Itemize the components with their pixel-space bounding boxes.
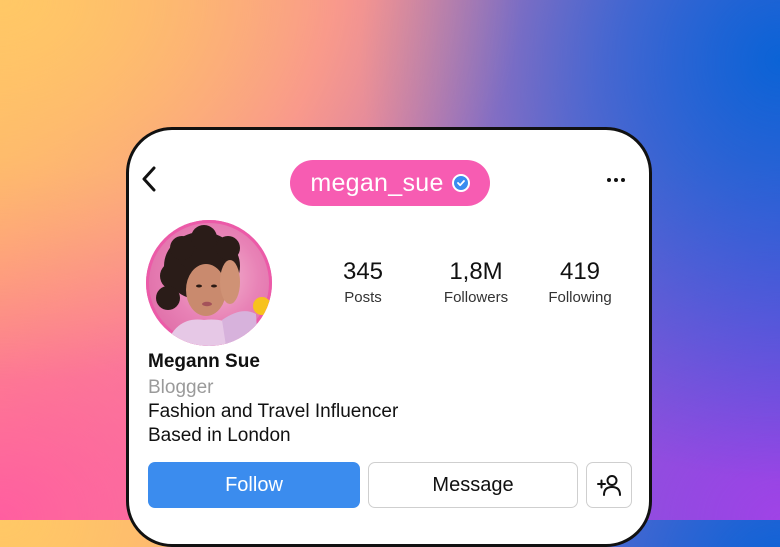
followers-count: 1,8M bbox=[449, 258, 503, 285]
username-pill: megan_sue bbox=[290, 160, 490, 206]
more-horizontal-icon bbox=[607, 178, 611, 182]
profile-bio-line-1: Fashion and Travel Influencer bbox=[148, 401, 399, 422]
stat-posts[interactable]: 345 Posts bbox=[334, 258, 392, 308]
back-button[interactable] bbox=[136, 164, 162, 194]
profile-bio-line-2: Based in London bbox=[148, 425, 291, 446]
stat-followers[interactable]: 1,8M Followers bbox=[438, 258, 514, 308]
add-user-icon bbox=[597, 475, 621, 496]
chevron-left-icon bbox=[142, 166, 156, 192]
profile-role: Blogger bbox=[148, 377, 214, 398]
more-options-button[interactable] bbox=[602, 170, 630, 190]
username: megan_sue bbox=[310, 168, 444, 197]
followers-label: Followers bbox=[443, 289, 509, 306]
following-label: Following bbox=[548, 289, 612, 306]
message-button[interactable]: Message bbox=[368, 462, 578, 508]
posts-count: 345 bbox=[342, 258, 384, 285]
follow-button[interactable]: Follow bbox=[148, 462, 360, 508]
avatar-photo bbox=[156, 225, 271, 346]
add-user-button[interactable] bbox=[586, 462, 632, 508]
avatar[interactable] bbox=[146, 220, 272, 346]
profile-name: Megann Sue bbox=[148, 351, 260, 372]
stat-following[interactable]: 419 Following bbox=[544, 258, 616, 308]
verified-badge-icon bbox=[451, 174, 470, 192]
following-count: 419 bbox=[559, 258, 601, 285]
posts-label: Posts bbox=[344, 289, 382, 306]
